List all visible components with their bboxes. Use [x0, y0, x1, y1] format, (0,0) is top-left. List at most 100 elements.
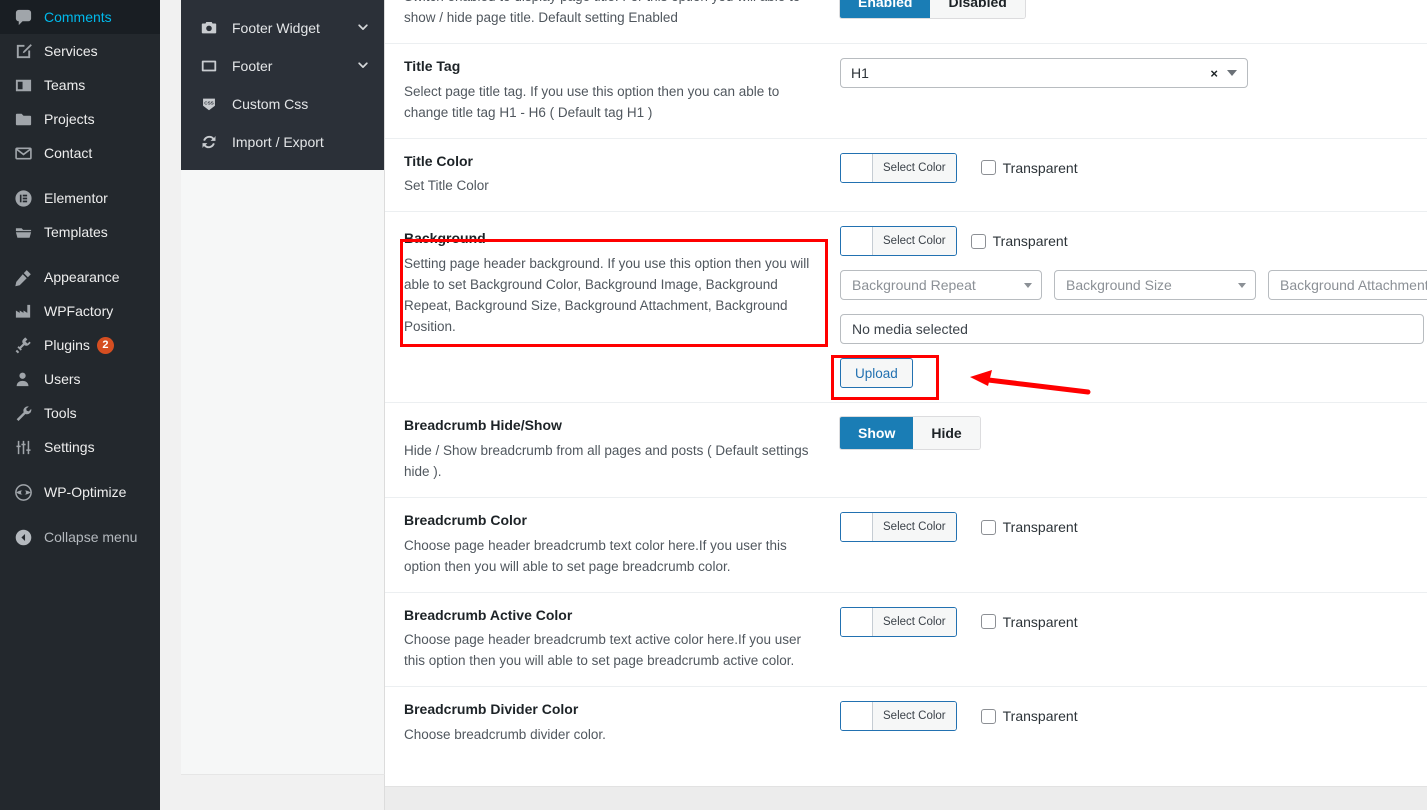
option-item-custom-css[interactable]: CSS Custom Css	[181, 85, 384, 123]
option-item-label: Footer	[232, 58, 273, 74]
background-size-placeholder: Background Size	[1066, 277, 1172, 294]
media-status-text: No media selected	[852, 321, 968, 338]
sidebar-item-label: Elementor	[44, 190, 108, 206]
teams-icon	[11, 75, 35, 95]
sidebar-item-label: Appearance	[44, 269, 120, 285]
breadcrumb-active-transparent-checkbox[interactable]: Transparent	[980, 614, 1078, 630]
sidebar-item-settings[interactable]: Settings	[0, 430, 160, 464]
breadcrumb-color-transparent-checkbox[interactable]: Transparent	[980, 519, 1078, 535]
row-description: Setting page header background. If you u…	[404, 256, 810, 334]
sidebar-item-label: Projects	[44, 111, 95, 127]
checkbox-box[interactable]	[980, 708, 996, 724]
background-size-select[interactable]: Background Size	[1054, 270, 1256, 301]
row-title: Breadcrumb Hide/Show	[404, 417, 562, 434]
breadcrumb-divider-transparent-checkbox[interactable]: Transparent	[980, 708, 1078, 724]
refresh-icon	[198, 133, 220, 151]
chevron-down-icon[interactable]	[356, 20, 370, 37]
sidebar-item-services[interactable]: Services	[0, 34, 160, 68]
row-control: H1 ×	[840, 58, 1427, 88]
sidebar-item-label: Contact	[44, 145, 93, 161]
title-tag-value: H1	[851, 65, 869, 81]
css-icon: CSS	[198, 95, 220, 113]
checkbox-box[interactable]	[980, 160, 996, 176]
sidebar-item-wpfactory[interactable]: WPFactory	[0, 294, 160, 328]
sidebar-item-comments[interactable]: Comments	[0, 0, 160, 34]
breadcrumb-visibility-toggle[interactable]: Show Hide	[840, 417, 980, 450]
sidebar-item-elementor[interactable]: Elementor	[0, 181, 160, 215]
color-swatch	[841, 607, 873, 636]
color-swatch	[841, 153, 873, 182]
sidebar-item-appearance[interactable]: Appearance	[0, 260, 160, 294]
row-title: Title Tag	[404, 58, 461, 74]
background-color-picker[interactable]: Select Color	[840, 226, 957, 257]
sidebar-gap	[160, 0, 181, 810]
background-media-field[interactable]: No media selected	[840, 314, 1424, 345]
sidebar-item-wp-optimize[interactable]: WP-Optimize	[0, 475, 160, 509]
chevron-down-icon[interactable]	[1227, 70, 1237, 76]
sidebar-item-projects[interactable]: Projects	[0, 102, 160, 136]
page-title-toggle[interactable]: Enabled Disabled	[840, 0, 1025, 18]
row-description: Choose page header breadcrumb text color…	[404, 537, 787, 574]
sidebar-item-collapse-menu[interactable]: Collapse menu	[0, 520, 160, 554]
checkbox-label: Transparent	[1002, 519, 1078, 535]
breadcrumb-divider-color-picker[interactable]: Select Color	[840, 701, 957, 732]
background-upload-button[interactable]: Upload	[840, 358, 913, 389]
select-color-label: Select Color	[873, 227, 956, 256]
row-description: Set Title Color	[404, 178, 489, 194]
chevron-down-icon[interactable]	[356, 58, 370, 75]
breadcrumb-show-button[interactable]: Show	[840, 417, 914, 450]
title-tag-select[interactable]: H1 ×	[840, 58, 1248, 88]
chevron-down-icon[interactable]	[1024, 283, 1032, 289]
settings-row-page-title: Switch enabled to display page title. Fo…	[385, 0, 1427, 44]
title-color-transparent-checkbox[interactable]: Transparent	[980, 159, 1078, 176]
sidebar-item-users[interactable]: Users	[0, 362, 160, 396]
color-swatch	[841, 227, 873, 256]
sidebar-item-teams[interactable]: Teams	[0, 68, 160, 102]
option-item-import-export[interactable]: Import / Export	[181, 123, 384, 161]
comments-icon	[11, 7, 35, 27]
background-repeat-select[interactable]: Background Repeat	[840, 270, 1042, 301]
background-attachment-select[interactable]: Background Attachment	[1268, 270, 1427, 301]
plugins-update-badge: 2	[96, 336, 114, 354]
camera-icon	[198, 19, 220, 37]
checkbox-label: Transparent	[992, 233, 1068, 250]
sidebar-item-tools[interactable]: Tools	[0, 396, 160, 430]
appearance-icon	[11, 267, 35, 287]
sidebar-item-label: Collapse menu	[44, 529, 138, 545]
background-transparent-checkbox[interactable]: Transparent	[970, 233, 1068, 250]
option-item-footer-widget[interactable]: Footer Widget	[181, 9, 384, 47]
plugin-options-nav: Footer Widget Footer CSS Custom Css Impo…	[181, 0, 384, 170]
services-icon	[11, 41, 35, 61]
sidebar-item-plugins[interactable]: Plugins 2	[0, 328, 160, 362]
sidebar-item-label: Plugins	[44, 337, 90, 353]
row-description: Choose breadcrumb divider color.	[404, 727, 606, 743]
title-color-picker[interactable]: Select Color	[840, 152, 957, 183]
row-control: Enabled Disabled	[840, 0, 1427, 18]
checkbox-box[interactable]	[980, 614, 996, 630]
checkbox-box[interactable]	[970, 233, 986, 249]
sidebar-item-templates[interactable]: Templates	[0, 215, 160, 249]
breadcrumb-color-picker[interactable]: Select Color	[840, 512, 957, 542]
row-title: Title Color	[404, 152, 473, 169]
clear-icon[interactable]: ×	[1210, 66, 1218, 81]
settings-icon	[11, 437, 35, 457]
templates-icon	[11, 222, 35, 242]
option-item-label: Footer Widget	[232, 20, 320, 36]
option-item-footer[interactable]: Footer	[181, 47, 384, 85]
page-title-disabled-button[interactable]: Disabled	[930, 0, 1025, 18]
chevron-down-icon[interactable]	[1238, 283, 1246, 289]
page-title-enabled-button[interactable]: Enabled	[840, 0, 931, 18]
row-label: Title Color Set Title Color	[404, 153, 840, 198]
row-description: Switch enabled to display page title. Fo…	[404, 0, 800, 25]
sidebar-item-contact[interactable]: Contact	[0, 136, 160, 170]
svg-text:CSS: CSS	[204, 100, 214, 105]
checkbox-box[interactable]	[980, 519, 996, 535]
row-control: Select Color Transparent	[840, 606, 1427, 637]
wp-optimize-icon	[11, 482, 35, 502]
breadcrumb-active-color-picker[interactable]: Select Color	[840, 606, 957, 637]
content-footer-band	[385, 786, 1427, 810]
background-repeat-placeholder: Background Repeat	[852, 277, 976, 294]
row-label: Breadcrumb Color Choose page header brea…	[404, 512, 840, 578]
breadcrumb-hide-button[interactable]: Hide	[913, 417, 980, 450]
checkbox-label: Transparent	[1002, 159, 1078, 176]
